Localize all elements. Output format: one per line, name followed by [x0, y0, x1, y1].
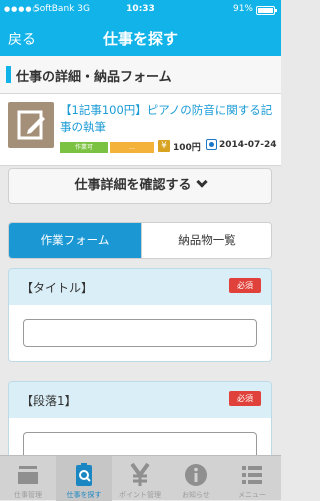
section-accent-bar	[6, 66, 11, 83]
job-price: 100円	[173, 143, 201, 153]
title-field-label: 【タイトル】	[21, 281, 94, 295]
chevron-down-icon	[195, 176, 208, 188]
tabbar-label: 仕事を探す	[66, 491, 102, 499]
yen-icon: ¥	[158, 140, 170, 152]
section-header: 仕事の詳細・納品フォーム	[0, 56, 281, 94]
paragraph1-field-label: 【段落1】	[21, 394, 77, 408]
tabbar-label: メニュー	[238, 491, 266, 499]
section-title: 仕事の詳細・納品フォーム	[16, 70, 172, 85]
yen-icon	[130, 462, 150, 486]
tabbar-item-notices[interactable]: お知らせ	[168, 456, 224, 501]
battery-percent: 91%	[232, 4, 253, 14]
tabbar-label: 仕事管理	[14, 491, 42, 499]
job-card[interactable]: 【1記事100円】ピアノの防音に関する記事の執筆 作業可 … ¥ 100円 20…	[0, 94, 281, 166]
page-title: 仕事を探す	[102, 30, 178, 48]
tabbar-item-points[interactable]: ポイント管理	[112, 456, 168, 501]
inbox-icon	[18, 466, 38, 484]
title-field-card: 【タイトル】 必須	[8, 268, 272, 362]
bottom-tab-bar: 仕事管理 仕事を探す ポイント管理 お知らせ メニュー	[0, 455, 281, 501]
job-title-link[interactable]: 【1記事100円】ピアノの防音に関する記事の執筆	[60, 102, 276, 136]
work-status-badge: 作業可	[60, 142, 108, 153]
tabbar-item-job-management[interactable]: 仕事管理	[0, 456, 56, 501]
category-badge: …	[110, 142, 154, 153]
show-job-details-label: 仕事詳細を確認する	[74, 178, 192, 193]
navigation-bar: 戻る 仕事を探す	[0, 20, 281, 56]
paragraph1-field-body	[9, 418, 271, 460]
tabbar-label: ポイント管理	[119, 491, 161, 499]
calendar-icon	[206, 139, 217, 150]
title-input[interactable]	[23, 319, 257, 347]
clipboard-search-icon	[76, 463, 92, 486]
paragraph1-field-header: 【段落1】 必須	[9, 382, 271, 418]
tab-deliverables[interactable]: 納品物一覧	[141, 223, 271, 258]
list-menu-icon	[242, 466, 262, 484]
info-icon	[185, 464, 207, 486]
title-field-body	[9, 305, 271, 361]
form-tabs: 作業フォーム 納品物一覧	[8, 222, 272, 259]
required-badge: 必須	[229, 278, 261, 293]
battery-icon	[256, 6, 277, 15]
show-job-details-button[interactable]: 仕事詳細を確認する	[8, 168, 272, 204]
tab-work-form[interactable]: 作業フォーム	[9, 223, 141, 258]
title-field-header: 【タイトル】 必須	[9, 269, 271, 305]
tabbar-item-find-jobs[interactable]: 仕事を探す	[56, 456, 112, 501]
tabbar-item-menu[interactable]: メニュー	[224, 456, 280, 501]
job-date: 2014-07-24	[219, 140, 277, 150]
tabbar-label: お知らせ	[182, 491, 210, 499]
paragraph1-field-card: 【段落1】 必須	[8, 381, 272, 461]
required-badge: 必須	[229, 391, 261, 406]
edit-document-icon	[8, 102, 54, 148]
status-bar: ●●●●○ SoftBank 3G 10:33 91%	[0, 0, 281, 20]
